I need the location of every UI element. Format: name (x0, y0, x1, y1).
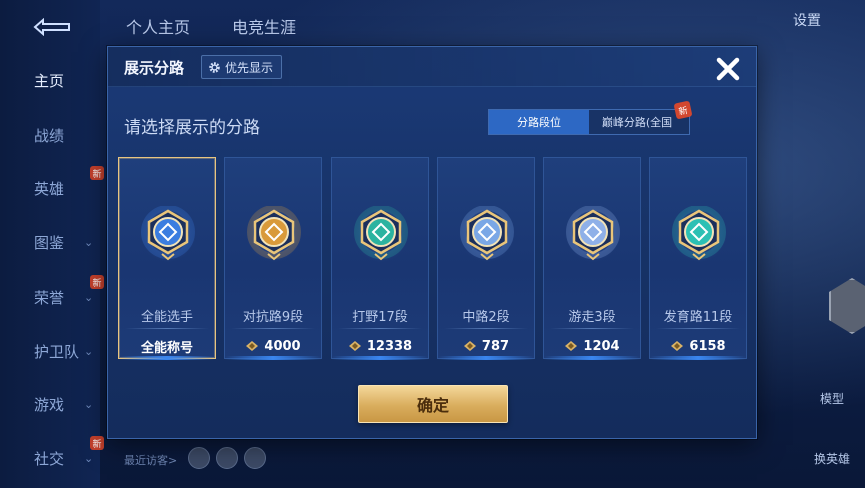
new-badge: 新 (90, 166, 104, 180)
chevron-down-icon: ⌄ (84, 451, 94, 465)
lane-card-value-text: 4000 (264, 338, 301, 354)
lane-card-label: 对抗路9段 (242, 310, 304, 325)
confirm-button[interactable]: 确定 (358, 385, 508, 423)
back-arrow-icon (33, 18, 70, 36)
tab-peak-lane-label: 巅峰分路(全国 (601, 116, 673, 129)
sidebar-item-label: 主页 (34, 71, 65, 90)
all-round-emblem-icon (140, 205, 196, 262)
lane-card-value-text: 1204 (583, 338, 620, 354)
lane-card-value: 4000 (225, 334, 321, 360)
sidebar-item[interactable]: 战绩 (0, 115, 100, 155)
back-button[interactable] (20, 14, 78, 40)
lane-card-value-text: 6158 (689, 338, 726, 354)
sidebar-item-label: 英雄 (34, 179, 65, 198)
sidebar-item-label: 荣誉 (34, 288, 65, 307)
sidebar-item[interactable]: 英雄 新 (0, 166, 104, 208)
lane-card[interactable]: 游走3段 1204 (543, 157, 641, 360)
new-badge: 新 (673, 100, 693, 120)
recent-visitors-link[interactable]: 最近访客> (124, 452, 177, 468)
priority-display-label: 优先显示 (225, 60, 274, 75)
jungle-emblem-icon (353, 205, 409, 262)
tab-peak-lane[interactable]: 巅峰分路(全国 新 (589, 100, 693, 134)
lane-card[interactable]: 打野17段 12338 (331, 157, 429, 360)
dialog-subtitle: 请选择展示的分路 (124, 118, 260, 138)
lane-card-label: 打野17段 (352, 310, 408, 325)
divider (444, 328, 528, 329)
sidebar-item[interactable]: 社交 ⌄ 新 (0, 436, 104, 478)
lane-card-value: 787 (438, 334, 534, 360)
value-underline (225, 356, 321, 360)
sidebar-item-label: 社交 (34, 449, 65, 468)
tab-profile[interactable]: 个人主页 (126, 14, 190, 38)
peak-points-icon (348, 341, 361, 351)
peak-points-icon (565, 341, 578, 351)
lane-card[interactable]: 对抗路9段 4000 (224, 157, 322, 360)
new-badge: 新 (90, 436, 104, 450)
tab-esports[interactable]: 电竞生涯 (232, 14, 296, 38)
divider (656, 328, 740, 329)
close-button[interactable] (710, 51, 746, 87)
value-underline (119, 356, 215, 360)
dialog-title: 展示分路 (124, 59, 185, 77)
sidebar: 主页 战绩 英雄新图鉴 ⌄ 荣誉 ⌄ 新护卫队 ⌄ 游戏 ⌄ 社交 ⌄ 新 (0, 0, 104, 488)
divider (550, 328, 634, 329)
lane-card[interactable]: 发育路11段 6158 (649, 157, 747, 360)
model-button[interactable]: 模型 (807, 390, 857, 407)
lane-card-label: 中路2段 (462, 310, 510, 325)
lane-card[interactable]: 全能选手 全能称号 (118, 157, 216, 360)
lane-type-toggle: 分路段位 巅峰分路(全国 新 (488, 100, 693, 135)
lane-card-value: 12338 (332, 334, 428, 360)
lane-card-label: 游走3段 (568, 310, 616, 325)
mid-lane-emblem-icon (459, 205, 515, 262)
lane-card-value: 6158 (650, 334, 746, 360)
divider (231, 328, 315, 329)
sidebar-item-label: 图鉴 (34, 233, 65, 252)
tab-lane-rank[interactable]: 分路段位 (489, 110, 589, 134)
lane-card-value: 全能称号 (119, 334, 215, 360)
chevron-down-icon: ⌄ (84, 344, 94, 358)
lane-card-label: 发育路11段 (663, 310, 733, 325)
lane-display-dialog: 展示分路 优先显示 请选择展示的分路 分路段位 巅峰分路(全国 新 全能选手全能… (107, 46, 757, 439)
settings-button[interactable]: 设置 (793, 10, 821, 30)
lane-card[interactable]: 中路2段 787 (437, 157, 535, 360)
sidebar-item[interactable]: 护卫队 ⌄ (0, 331, 100, 371)
recent-visitor-avatars (188, 447, 266, 469)
lane-card-value-text: 12338 (366, 338, 413, 354)
chevron-down-icon: ⌄ (84, 290, 94, 304)
lane-card-value: 1204 (544, 334, 640, 360)
peak-points-icon (246, 341, 259, 351)
peak-points-icon (463, 341, 476, 351)
gear-icon (209, 61, 220, 73)
lane-card-value-text: 全能称号 (140, 340, 193, 356)
sidebar-item[interactable]: 图鉴 ⌄ (0, 222, 100, 262)
roam-emblem-icon (565, 205, 621, 262)
chevron-down-icon: ⌄ (84, 397, 94, 411)
lane-card-value-text: 787 (481, 338, 510, 354)
sidebar-item[interactable]: 主页 (0, 60, 100, 100)
lane-card-label: 全能选手 (140, 310, 193, 325)
new-badge: 新 (90, 275, 104, 289)
value-underline (650, 356, 746, 360)
sidebar-item-label: 战绩 (34, 126, 65, 145)
avatar[interactable] (188, 447, 210, 469)
close-icon (716, 57, 740, 81)
farm-lane-emblem-icon (671, 205, 727, 262)
divider (338, 328, 422, 329)
sidebar-item[interactable]: 荣誉 ⌄ 新 (0, 275, 104, 317)
sidebar-item-label: 游戏 (34, 395, 65, 414)
chevron-down-icon: ⌄ (84, 235, 94, 249)
avatar[interactable] (216, 447, 238, 469)
value-underline (544, 356, 640, 360)
value-underline (332, 356, 428, 360)
divider (125, 328, 209, 329)
value-underline (438, 356, 534, 360)
sidebar-item-label: 护卫队 (34, 342, 80, 361)
peak-points-icon (671, 341, 684, 351)
clash-lane-emblem-icon (246, 205, 302, 262)
change-hero-button[interactable]: 换英雄 (807, 450, 857, 467)
priority-display-button[interactable]: 优先显示 (201, 55, 283, 79)
sidebar-item[interactable]: 游戏 ⌄ (0, 384, 100, 424)
avatar[interactable] (244, 447, 266, 469)
